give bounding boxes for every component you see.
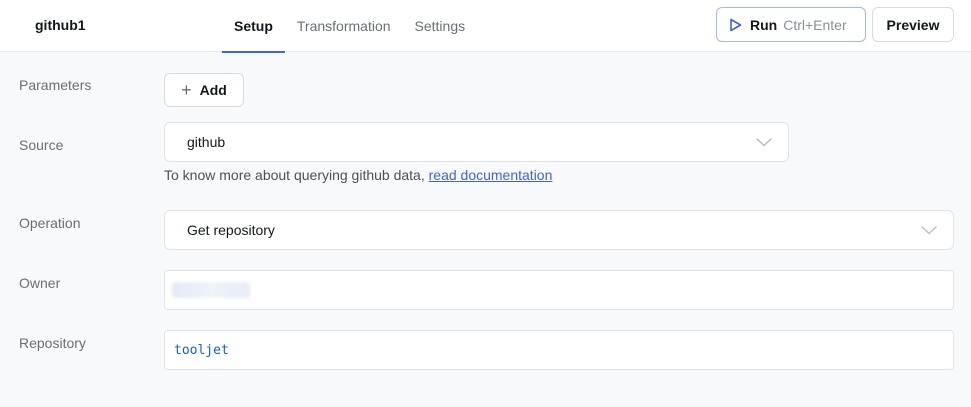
parameters-label: Parameters [19, 77, 92, 93]
plus-icon: + [181, 80, 192, 100]
add-label: Add [199, 82, 227, 98]
source-select[interactable]: github [164, 122, 789, 162]
chevron-down-icon [756, 138, 772, 147]
source-value: github [187, 134, 226, 150]
read-documentation-link[interactable]: read documentation [429, 167, 553, 183]
query-name[interactable]: github1 [35, 17, 86, 33]
query-tabs: Setup Transformation Settings [222, 0, 478, 53]
operation-label: Operation [19, 215, 81, 231]
helper-text: To know more about querying github data, [164, 167, 429, 183]
repository-value: tooljet [174, 342, 229, 358]
owner-input[interactable] [164, 270, 954, 310]
run-button[interactable]: Run Ctrl+Enter [716, 7, 866, 42]
tab-setup[interactable]: Setup [222, 0, 285, 53]
owner-label: Owner [19, 275, 61, 291]
run-shortcut: Ctrl+Enter [783, 16, 847, 33]
repository-input[interactable]: tooljet [164, 330, 954, 370]
tab-settings[interactable]: Settings [403, 0, 478, 52]
add-parameter-button[interactable]: + Add [164, 73, 244, 107]
chevron-down-icon [921, 226, 937, 235]
query-header: github1 Setup Transformation Settings Ru… [0, 0, 971, 53]
operation-value: Get repository [187, 222, 275, 238]
preview-button[interactable]: Preview [872, 7, 954, 42]
run-label: Run [750, 16, 778, 33]
play-icon [730, 18, 742, 31]
source-helper-text: To know more about querying github data,… [164, 167, 552, 183]
tab-transformation[interactable]: Transformation [285, 0, 403, 52]
redacted-value [172, 282, 250, 298]
repository-label: Repository [19, 335, 86, 351]
operation-select[interactable]: Get repository [164, 210, 954, 250]
source-label: Source [19, 137, 64, 153]
